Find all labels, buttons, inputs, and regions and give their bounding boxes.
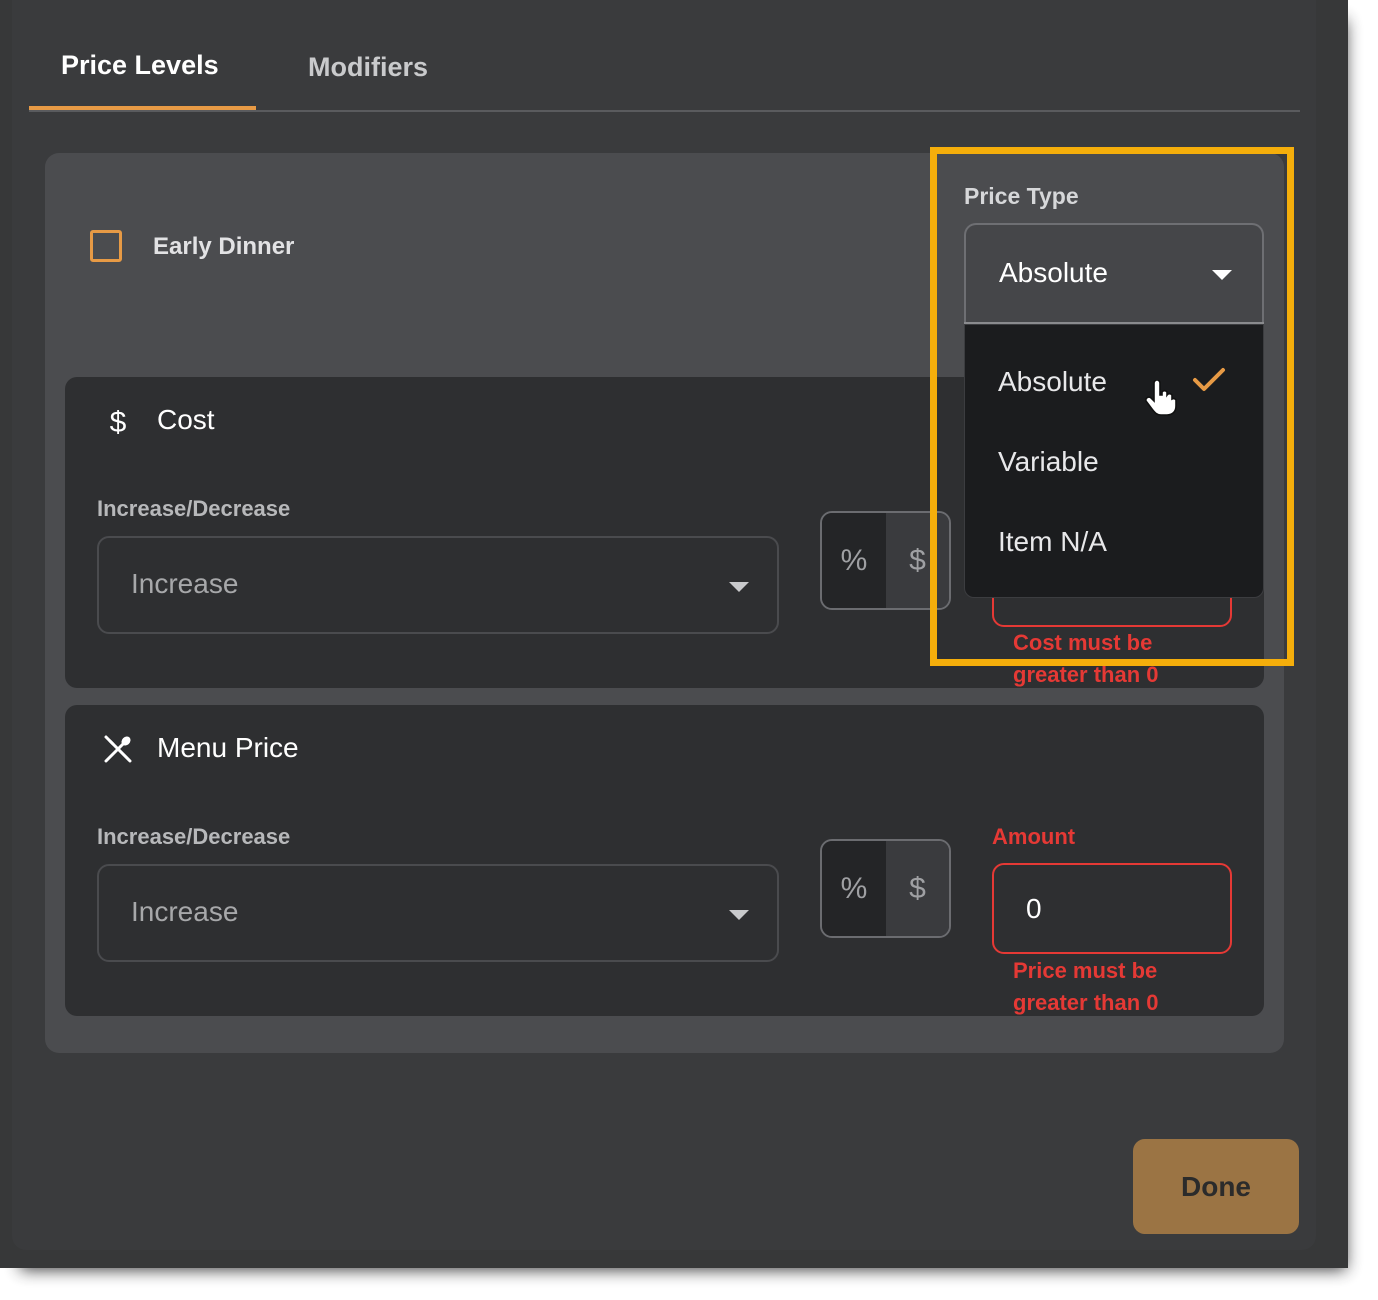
svg-text:$: $ bbox=[110, 406, 127, 437]
menu-price-dollar-option[interactable]: $ bbox=[886, 841, 949, 936]
app-window: Price Levels Modifiers Early Dinner $ Co… bbox=[0, 0, 1348, 1268]
menu-price-amount-value: 0 bbox=[1026, 893, 1042, 924]
early-dinner-label: Early Dinner bbox=[153, 233, 295, 260]
chevron-down-icon bbox=[729, 910, 749, 920]
menu-price-direction-value: Increase bbox=[131, 896, 239, 927]
menu-price-error-message: Price must be greater than 0 bbox=[1013, 958, 1159, 1015]
dollar-icon: $ bbox=[102, 405, 134, 439]
menu-price-amount-label: Amount bbox=[992, 824, 1076, 849]
menu-price-title: Menu Price bbox=[157, 732, 299, 763]
done-button[interactable]: Done bbox=[1133, 1139, 1299, 1234]
utensils-icon bbox=[102, 733, 134, 765]
menu-price-direction-select[interactable]: Increase bbox=[97, 864, 779, 962]
menu-price-percent-option[interactable]: % bbox=[822, 841, 886, 936]
menu-price-direction-label: Increase/Decrease bbox=[97, 824, 291, 849]
cost-direction-select[interactable]: Increase bbox=[97, 536, 779, 634]
tab-divider bbox=[29, 110, 1300, 112]
active-tab-indicator bbox=[29, 106, 256, 110]
early-dinner-checkbox[interactable] bbox=[90, 230, 122, 262]
highlight-box bbox=[930, 147, 1294, 666]
menu-price-amount-input[interactable]: 0 bbox=[992, 863, 1232, 954]
cost-percent-option[interactable]: % bbox=[822, 513, 886, 608]
tab-price-levels[interactable]: Price Levels bbox=[61, 50, 219, 81]
cost-direction-value: Increase bbox=[131, 568, 239, 599]
chevron-down-icon bbox=[729, 582, 749, 592]
tab-modifiers[interactable]: Modifiers bbox=[308, 52, 428, 83]
cost-title: Cost bbox=[157, 404, 215, 435]
cost-direction-label: Increase/Decrease bbox=[97, 496, 291, 521]
menu-price-unit-toggle[interactable]: % $ bbox=[820, 839, 951, 938]
